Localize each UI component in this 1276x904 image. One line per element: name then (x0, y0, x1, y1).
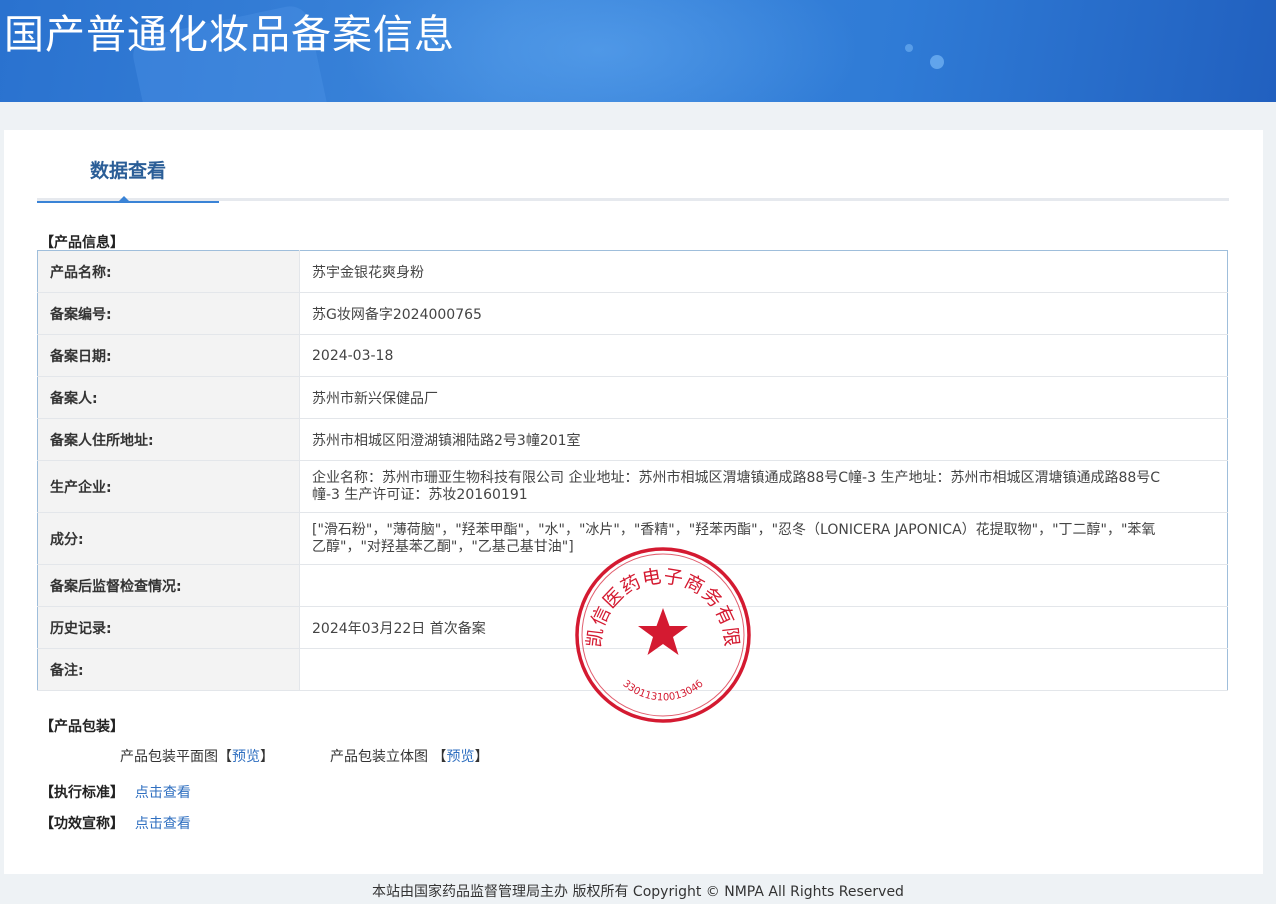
table-row: 生产企业: 企业名称：苏州市珊亚生物科技有限公司 企业地址：苏州市相城区渭塘镇通… (37, 460, 1228, 513)
preview-flat-link[interactable]: 预览 (232, 749, 260, 765)
row-label: 备案人住所地址: (37, 418, 300, 461)
row-label: 备案日期: (37, 334, 300, 377)
bracket: 【 (218, 749, 232, 765)
row-label: 产品名称: (37, 250, 300, 293)
section-efficacy: 【功效宣称】 点击查看 (40, 813, 191, 833)
row-value: ["滑石粉"，"薄荷脑"，"羟苯甲酯"，"水"，"冰片"，"香精"，"羟苯丙酯"… (299, 512, 1228, 565)
row-value: 苏G妆网备字2024000765 (299, 292, 1228, 335)
row-value: 苏州市新兴保健品厂 (299, 376, 1228, 419)
table-row: 备案日期: 2024-03-18 (37, 334, 1228, 377)
table-row: 备案人住所地址: 苏州市相城区阳澄湖镇湘陆路2号3幢201室 (37, 418, 1228, 461)
bracket: 【 (432, 749, 447, 765)
section-standard: 【执行标准】 点击查看 (40, 782, 191, 802)
efficacy-view-link[interactable]: 点击查看 (135, 816, 191, 832)
row-value: 苏宇金银花爽身粉 (299, 250, 1228, 293)
row-value: 2024年03月22日 首次备案 (299, 606, 1228, 649)
seal-number: 3301131001304б (620, 678, 705, 703)
row-label: 备注: (37, 648, 300, 691)
content-panel: 数据查看 【产品信息】 产品名称: 苏宇金银花爽身粉 备案编号: 苏G妆网备字2… (4, 130, 1263, 874)
row-value (299, 564, 1228, 607)
tab-indicator-icon (117, 196, 131, 203)
standard-view-link[interactable]: 点击查看 (135, 785, 191, 801)
tab-label: 数据查看 (89, 160, 166, 182)
row-label: 备案后监督检查情况: (37, 564, 300, 607)
section-standard-label: 【执行标准】 (40, 785, 124, 801)
row-value: 企业名称：苏州市珊亚生物科技有限公司 企业地址：苏州市相城区渭塘镇通成路88号C… (299, 460, 1228, 513)
page-title: 国产普通化妆品备案信息 (4, 12, 455, 58)
tab-data-view[interactable]: 数据查看 (37, 156, 219, 203)
row-label: 历史记录: (37, 606, 300, 649)
row-value: 2024-03-18 (299, 334, 1228, 377)
table-row: 产品名称: 苏宇金银花爽身粉 (37, 250, 1228, 293)
packaging-flat-label: 产品包装平面图 (120, 749, 218, 765)
section-product-packaging: 【产品包装】 (40, 719, 124, 735)
company-seal: 杭州凯信医药电子商务有限公司 3301131001304б (574, 546, 751, 723)
packaging-3d: 产品包装立体图 【预览】 (330, 746, 488, 766)
seal-star-icon (638, 608, 688, 655)
row-label: 备案编号: (37, 292, 300, 335)
row-label: 成分: (37, 512, 300, 565)
section-product-info: 【产品信息】 (40, 235, 124, 251)
banner-dot (930, 55, 944, 69)
packaging-flat: 产品包装平面图【预览】 (120, 746, 274, 766)
row-value (299, 648, 1228, 691)
preview-3d-link[interactable]: 预览 (446, 749, 474, 765)
table-row: 备案编号: 苏G妆网备字2024000765 (37, 292, 1228, 335)
bracket: 】 (474, 749, 489, 765)
row-value: 苏州市相城区阳澄湖镇湘陆路2号3幢201室 (299, 418, 1228, 461)
bracket: 】 (260, 749, 274, 765)
row-label: 生产企业: (37, 460, 300, 513)
table-row: 备案人: 苏州市新兴保健品厂 (37, 376, 1228, 419)
banner-dot (905, 44, 913, 52)
row-label: 备案人: (37, 376, 300, 419)
header-banner: 国产普通化妆品备案信息 (0, 0, 1276, 102)
section-efficacy-label: 【功效宣称】 (40, 816, 124, 832)
packaging-3d-label: 产品包装立体图 (330, 749, 428, 765)
footer-copyright: 本站由国家药品监督管理局主办 版权所有 Copyright © NMPA All… (372, 884, 904, 900)
